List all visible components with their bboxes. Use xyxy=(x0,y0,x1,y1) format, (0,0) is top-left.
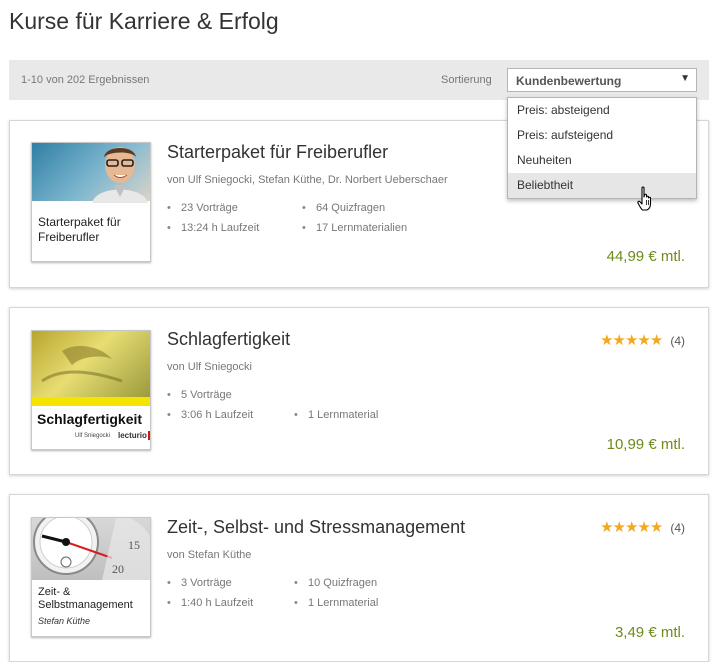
sort-option-newest[interactable]: Neuheiten xyxy=(508,148,696,173)
lecture-count: 23 Vorträge xyxy=(167,202,238,214)
course-card[interactable]: 15 20 Zeit- & Selbstmanagement Stefan Kü… xyxy=(9,494,709,662)
course-title[interactable]: Schlagfertigkeit xyxy=(167,329,290,350)
course-price: 3,49 € mtl. xyxy=(614,624,685,641)
material-count: 1 Lernmaterial xyxy=(294,597,378,609)
page-title: Kurse für Karriere & Erfolg xyxy=(9,8,279,34)
star-icon: ★★★★★ xyxy=(600,332,663,349)
course-author: von Ulf Sniegocki, Stefan Küthe, Dr. Nor… xyxy=(167,174,448,186)
clock-number: 15 xyxy=(128,538,140,552)
thumbnail-author: Stefan Küthe xyxy=(38,616,91,626)
sort-select[interactable]: Kundenbewertung ▼ xyxy=(507,68,697,92)
result-count: 1-10 von 202 Ergebnissen xyxy=(21,74,150,86)
sort-dropdown-menu: Preis: absteigend Preis: aufsteigend Neu… xyxy=(507,97,697,199)
material-count: 17 Lernmaterialien xyxy=(302,222,407,234)
course-rating: ★★★★★ (4) xyxy=(600,518,685,536)
course-thumbnail[interactable]: Starterpaket für Freiberufler xyxy=(31,142,151,262)
hand-pointer-icon xyxy=(637,186,652,211)
material-count: 1 Lernmaterial xyxy=(294,409,378,421)
rating-count: (4) xyxy=(670,334,685,348)
sort-selected-value: Kundenbewertung xyxy=(516,74,622,88)
course-thumbnail[interactable]: Schlagfertigkeit Ulf Sniegocki lecturio xyxy=(31,330,151,450)
lecture-count: 5 Vorträge xyxy=(167,389,232,401)
clock-number: 20 xyxy=(112,562,124,576)
course-rating: ★★★★★ (4) xyxy=(600,331,685,349)
runtime: 13:24 h Laufzeit xyxy=(167,222,259,234)
results-toolbar: 1-10 von 202 Ergebnissen Sortierung Kund… xyxy=(9,60,709,100)
star-icon: ★★★★★ xyxy=(600,519,663,536)
sort-option-price-desc[interactable]: Preis: absteigend xyxy=(508,98,696,123)
thumbnail-title: Zeit- & Selbstmanagement xyxy=(38,586,133,611)
person-photo-icon xyxy=(92,147,148,203)
course-title[interactable]: Starterpaket für Freiberufler xyxy=(167,142,388,163)
course-title[interactable]: Zeit-, Selbst- und Stressmanagement xyxy=(167,517,465,538)
sort-option-price-asc[interactable]: Preis: aufsteigend xyxy=(508,123,696,148)
rating-count: (4) xyxy=(670,521,685,535)
course-price: 10,99 € mtl. xyxy=(606,436,685,453)
course-thumbnail[interactable]: 15 20 Zeit- & Selbstmanagement Stefan Kü… xyxy=(31,517,151,637)
thumbnail-author: Ulf Sniegocki xyxy=(75,433,111,439)
quiz-count: 64 Quizfragen xyxy=(302,202,385,214)
course-author: von Ulf Sniegocki xyxy=(167,361,252,373)
thumbnail-title: Schlagfertigkeit xyxy=(37,411,143,427)
thumbnail-title: Starterpaket für Freiberufler xyxy=(38,215,121,244)
runtime: 1:40 h Laufzeit xyxy=(167,597,253,609)
course-price: 44,99 € mtl. xyxy=(606,248,685,265)
lecturio-logo: lecturio xyxy=(118,431,150,440)
course-card[interactable]: Schlagfertigkeit Ulf Sniegocki lecturio … xyxy=(9,307,709,475)
hands-image-icon xyxy=(41,345,123,383)
sort-option-popularity[interactable]: Beliebtheit xyxy=(508,173,696,198)
course-author: von Stefan Küthe xyxy=(167,549,252,561)
quiz-count: 10 Quizfragen xyxy=(294,577,377,589)
caret-down-icon: ▼ xyxy=(680,73,690,84)
sort-label: Sortierung xyxy=(441,74,492,86)
runtime: 3:06 h Laufzeit xyxy=(167,409,253,421)
lecture-count: 3 Vorträge xyxy=(167,577,232,589)
